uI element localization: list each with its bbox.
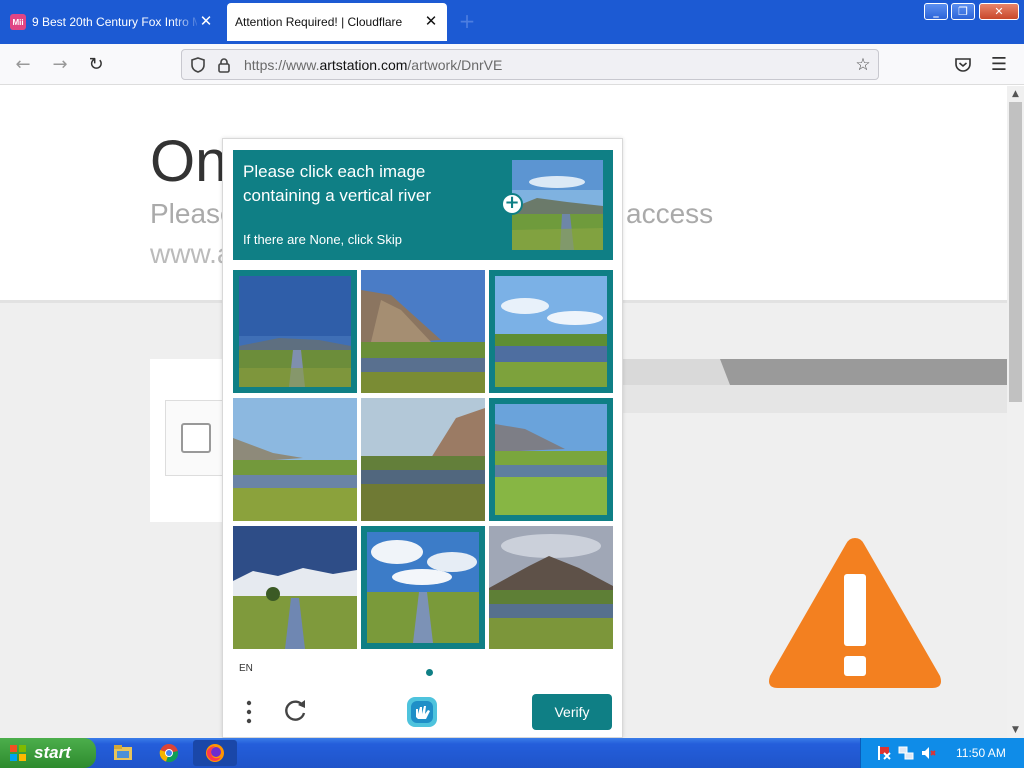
plus-icon[interactable]: + xyxy=(501,193,523,215)
chrome-icon[interactable] xyxy=(158,742,180,764)
windows-logo-icon xyxy=(10,745,26,761)
file-explorer-icon[interactable] xyxy=(112,742,134,764)
forward-icon[interactable]: → xyxy=(48,53,72,77)
shield-icon[interactable] xyxy=(189,56,207,74)
tile-8[interactable] xyxy=(361,526,485,649)
more-options-icon[interactable] xyxy=(239,699,259,725)
tile-6[interactable] xyxy=(489,398,613,521)
reload-icon[interactable]: ↻ xyxy=(84,53,108,77)
tab-fox-intro[interactable]: Mii 9 Best 20th Century Fox Intro M ✕ xyxy=(4,3,222,41)
address-bar[interactable]: https://www.artstation.com/artwork/DnrVE… xyxy=(181,49,879,80)
windows-taskbar: start 11:50 AM xyxy=(0,738,1024,768)
verify-button[interactable]: Verify xyxy=(532,694,612,730)
scroll-thumb[interactable] xyxy=(1009,102,1022,402)
start-label: start xyxy=(34,743,71,762)
hcaptcha-logo-icon[interactable] xyxy=(405,695,439,729)
new-tab-icon[interactable]: + xyxy=(455,11,479,35)
network-icon[interactable] xyxy=(898,745,914,761)
tab-favicon: Mii xyxy=(10,14,26,30)
bookmark-star-icon[interactable]: ☆ xyxy=(854,56,872,74)
security-alert-icon[interactable] xyxy=(876,745,892,761)
page-subtitle-right: access xyxy=(626,198,714,229)
tab-cloudflare[interactable]: Attention Required! | Cloudflare ✕ xyxy=(227,3,447,41)
refresh-icon[interactable] xyxy=(281,697,309,725)
tab-title: Attention Required! | Cloudflare xyxy=(235,15,403,29)
clock: 11:50 AM xyxy=(956,746,1006,760)
challenge-checkbox[interactable] xyxy=(181,423,211,453)
hcaptcha-challenge: Please click each image containing a ver… xyxy=(222,138,623,738)
tile-3[interactable] xyxy=(489,270,613,393)
lock-icon[interactable] xyxy=(215,56,233,74)
skip-hint: If there are None, click Skip xyxy=(243,232,402,247)
vertical-scrollbar[interactable]: ▲ ▼ xyxy=(1007,86,1024,738)
scroll-up-icon[interactable]: ▲ xyxy=(1007,86,1024,102)
example-image[interactable] xyxy=(512,160,603,250)
browser-tab-strip: Mii 9 Best 20th Century Fox Intro M ✕ At… xyxy=(0,0,1024,44)
window-close-button[interactable]: ✕ xyxy=(979,3,1019,20)
url-text: https://www.artstation.com/artwork/DnrVE xyxy=(244,57,503,73)
tile-9[interactable] xyxy=(489,526,613,649)
page-indicator-dot xyxy=(426,669,433,676)
language-selector[interactable]: EN xyxy=(239,663,253,674)
page-heading: On xyxy=(150,129,228,194)
close-icon[interactable]: ✕ xyxy=(198,14,214,30)
volume-muted-icon[interactable] xyxy=(920,745,936,761)
page-domain: www.a xyxy=(150,238,233,269)
tile-1[interactable] xyxy=(233,270,357,393)
start-button[interactable]: start xyxy=(0,738,96,768)
pocket-icon[interactable] xyxy=(951,53,975,77)
navigation-bar: ← → ↻ https://www.artstation.com/artwork… xyxy=(0,44,1024,85)
warning-icon xyxy=(769,538,941,688)
back-icon[interactable]: ← xyxy=(11,53,35,77)
restore-button[interactable]: ❐ xyxy=(951,3,975,20)
browser-illustration xyxy=(620,359,1007,413)
tile-2[interactable] xyxy=(361,270,485,393)
close-icon[interactable]: ✕ xyxy=(423,14,439,30)
tile-5[interactable] xyxy=(361,398,485,521)
tile-4[interactable] xyxy=(233,398,357,521)
prompt-text: Please click each image containing a ver… xyxy=(243,162,432,205)
tile-7[interactable] xyxy=(233,526,357,649)
minimize-button[interactable]: _ xyxy=(924,3,948,20)
challenge-prompt: Please click each image containing a ver… xyxy=(233,150,613,260)
menu-icon[interactable]: ☰ xyxy=(987,53,1011,77)
firefox-icon[interactable] xyxy=(204,742,226,764)
scroll-down-icon[interactable]: ▼ xyxy=(1007,722,1024,738)
